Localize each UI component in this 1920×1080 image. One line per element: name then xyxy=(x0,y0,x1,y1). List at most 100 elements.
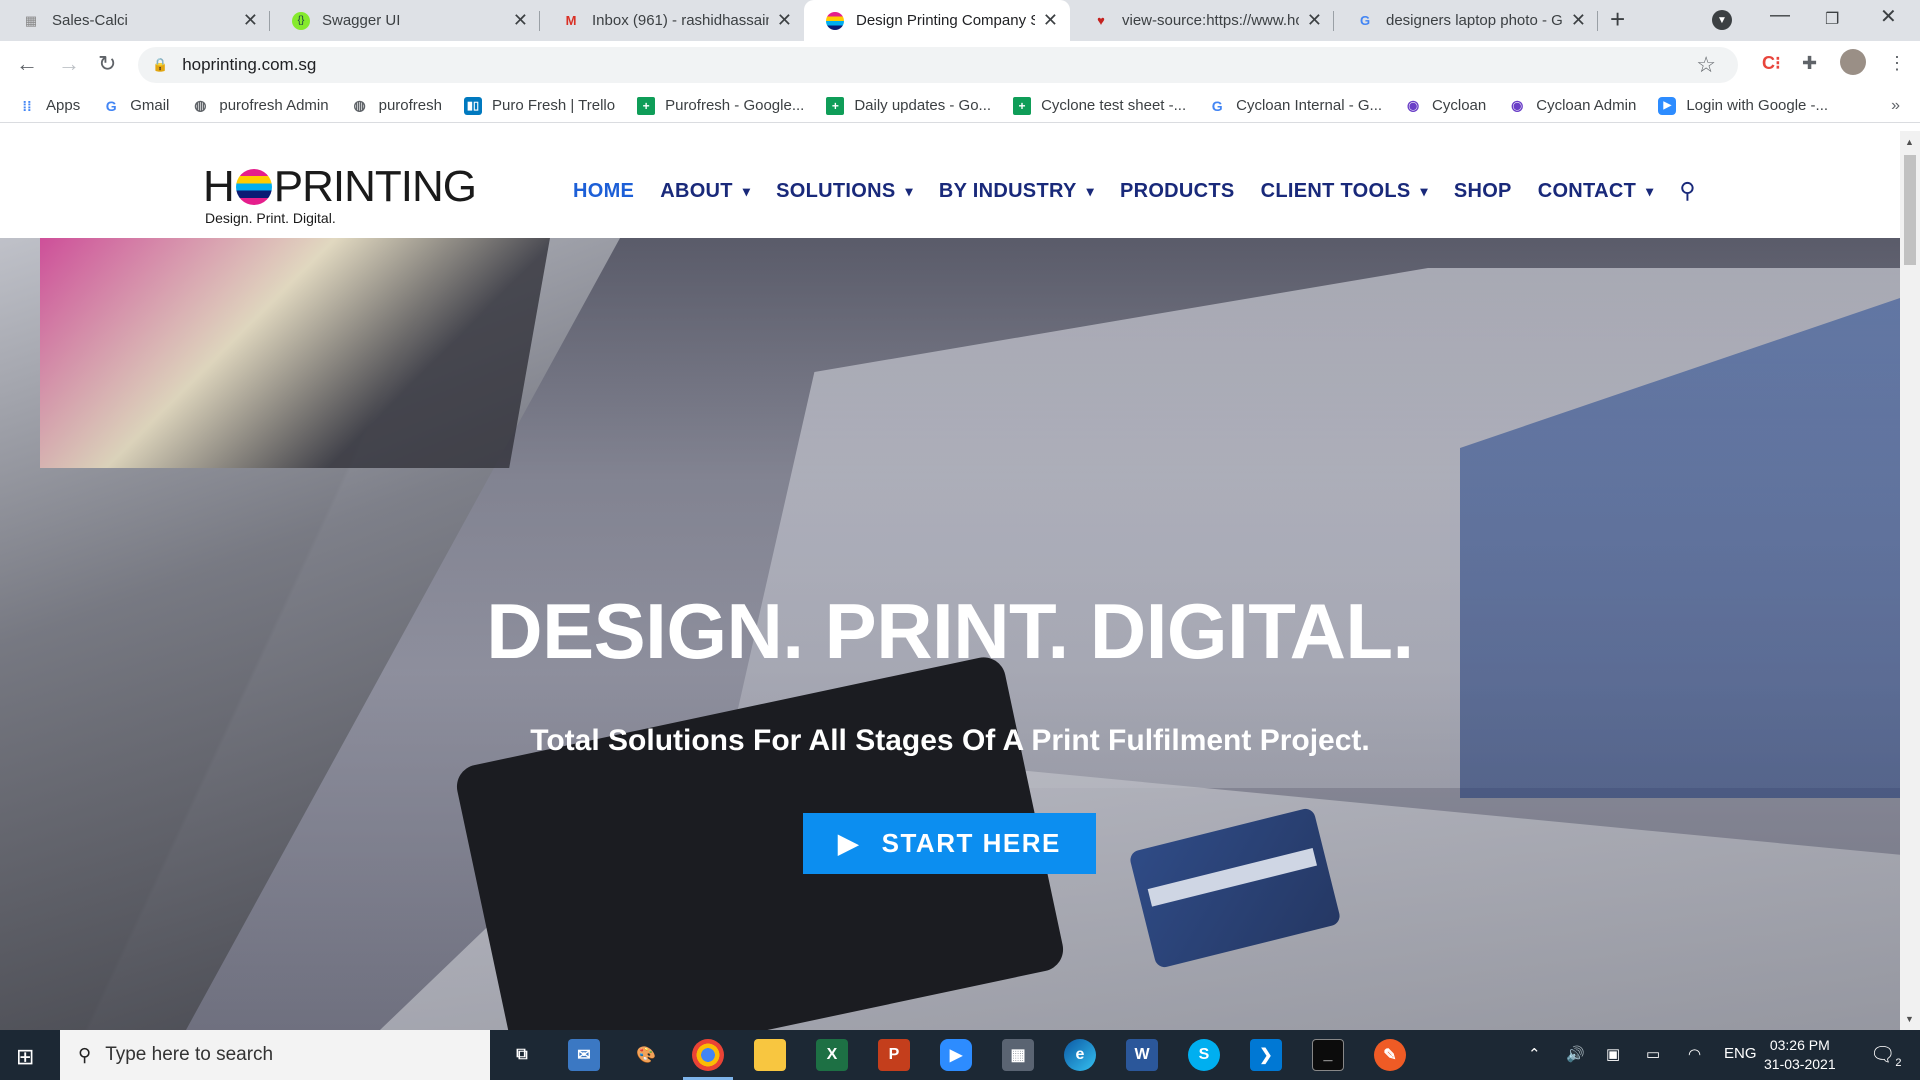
nav-home[interactable]: HOME xyxy=(573,180,634,203)
close-tab-icon[interactable]: ✕ xyxy=(777,10,792,31)
close-tab-icon[interactable]: ✕ xyxy=(1571,10,1586,31)
bookmark-gmail[interactable]: G Gmail xyxy=(102,97,170,115)
windows-start-icon[interactable]: ⊞ xyxy=(16,1044,34,1070)
bookmark-label: Apps xyxy=(46,97,81,114)
language-indicator[interactable]: ENG xyxy=(1724,1045,1757,1062)
forward-arrow-icon[interactable]: → xyxy=(58,51,80,77)
extension-c-icon[interactable]: C⁝ xyxy=(1762,53,1781,74)
bookmark-purofresh-admin[interactable]: ◍ purofresh Admin xyxy=(191,97,328,115)
nav-by-industry[interactable]: BY INDUSTRY ▾ xyxy=(939,180,1094,203)
scroll-down-icon[interactable]: ▼ xyxy=(1905,1014,1914,1024)
terminal-icon[interactable]: _ xyxy=(1312,1039,1344,1071)
chrome-icon[interactable] xyxy=(683,1039,733,1080)
notification-count: 2 xyxy=(1895,1057,1902,1069)
volume-icon[interactable]: 🔊 xyxy=(1566,1045,1585,1063)
task-view-icon[interactable]: ⧉ xyxy=(506,1039,538,1071)
tab-swagger[interactable]: {} Swagger UI ✕ xyxy=(270,0,540,41)
tab-title: Design Printing Company S xyxy=(856,12,1035,29)
notification-center-icon[interactable]: 🗨2 xyxy=(1870,1042,1902,1069)
tab-google-search[interactable]: G designers laptop photo - G ✕ xyxy=(1334,0,1598,41)
nav-label: CONTACT xyxy=(1537,179,1637,202)
nav-label: HOME xyxy=(573,179,635,202)
minimize-icon[interactable]: — xyxy=(1770,4,1790,27)
back-arrow-icon[interactable]: ← xyxy=(16,51,38,77)
site-logo[interactable]: H PRINTING Design. Print. Digital. xyxy=(203,162,477,226)
bookmark-label: Login with Google -... xyxy=(1686,97,1829,114)
nav-products[interactable]: PRODUCTS xyxy=(1120,180,1235,203)
swagger-icon: {} xyxy=(292,11,310,30)
url-text[interactable]: hoprinting.com.sg xyxy=(182,55,316,75)
bookmark-cycloan[interactable]: ◉ Cycloan xyxy=(1404,97,1486,115)
start-here-button[interactable]: ▶ START HERE xyxy=(803,813,1096,874)
bookmark-cycloan-admin[interactable]: ◉ Cycloan Admin xyxy=(1508,97,1636,115)
bookmark-trello[interactable]: ▮▯ Puro Fresh | Trello xyxy=(463,96,615,115)
file-explorer-icon[interactable] xyxy=(754,1039,786,1071)
bookmark-cycloan-internal[interactable]: G Cycloan Internal - G... xyxy=(1208,97,1382,115)
tab-search-chevron-icon[interactable]: ▼ xyxy=(1712,10,1732,30)
globe-icon: ◍ xyxy=(353,97,366,113)
reload-icon[interactable]: ↻ xyxy=(98,51,116,77)
battery-icon[interactable]: ▭ xyxy=(1646,1045,1660,1063)
extensions-puzzle-icon[interactable]: ✚ xyxy=(1802,53,1817,74)
calculator-icon[interactable]: ▦ xyxy=(1002,1039,1034,1071)
tab-hoprinting[interactable]: Design Printing Company S ✕ xyxy=(804,0,1070,41)
vscode-icon[interactable]: ❯ xyxy=(1250,1039,1282,1071)
excel-icon[interactable]: X xyxy=(816,1039,848,1071)
meet-now-icon[interactable]: ▣ xyxy=(1606,1045,1620,1063)
bookmark-cyclone-test-sheet[interactable]: + Cyclone test sheet -... xyxy=(1013,96,1186,115)
bookmark-apps[interactable]: ⁞⁞ Apps xyxy=(18,97,80,115)
skype-icon[interactable]: S xyxy=(1188,1039,1220,1071)
new-tab-plus-icon[interactable]: + xyxy=(1610,4,1625,35)
powerpoint-icon[interactable]: P xyxy=(878,1039,910,1071)
scrollbar-thumb[interactable] xyxy=(1904,155,1916,265)
logo-color-circle-icon xyxy=(235,169,272,205)
nav-contact[interactable]: CONTACT ▾ xyxy=(1538,180,1654,203)
close-tab-icon[interactable]: ✕ xyxy=(243,10,258,31)
tab-view-source[interactable]: ♥ view-source:https://www.ho ✕ xyxy=(1070,0,1334,41)
tab-gmail[interactable]: M Inbox (961) - rashidhassain ✕ xyxy=(540,0,804,41)
page-scrollbar[interactable]: ▲ ▼ xyxy=(1900,131,1920,1030)
tab-sales-calci[interactable]: ▦ Sales-Calci ✕ xyxy=(0,0,270,41)
bookmark-label: purofresh Admin xyxy=(219,97,329,114)
google-icon: G xyxy=(1359,13,1371,28)
wifi-icon[interactable]: ◠ xyxy=(1688,1045,1701,1063)
taskbar-search-box[interactable]: ⚲ Type here to search xyxy=(60,1030,490,1080)
bookmark-label: Purofresh - Google... xyxy=(665,97,805,114)
close-tab-icon[interactable]: ✕ xyxy=(513,10,528,31)
profile-avatar[interactable] xyxy=(1840,49,1866,75)
mail-icon[interactable]: ✉ xyxy=(568,1039,600,1071)
taskbar-clock[interactable]: 03:26 PM 31-03-2021 xyxy=(1764,1036,1836,1074)
postman-icon[interactable]: ✎ xyxy=(1374,1039,1406,1071)
site-search-icon[interactable]: ⚲ xyxy=(1679,178,1695,204)
lock-icon[interactable]: 🔒 xyxy=(152,57,168,73)
nav-solutions[interactable]: SOLUTIONS ▾ xyxy=(776,180,913,203)
nav-label: ABOUT xyxy=(660,179,733,202)
cycloan-icon: ◉ xyxy=(1511,97,1524,113)
edge-icon[interactable]: e xyxy=(1064,1039,1096,1071)
nav-about[interactable]: ABOUT ▾ xyxy=(660,180,750,203)
close-window-icon[interactable]: ✕ xyxy=(1880,4,1897,29)
nav-client-tools[interactable]: CLIENT TOOLS ▾ xyxy=(1261,180,1428,203)
zoom-icon[interactable]: ▶ xyxy=(940,1039,972,1071)
more-bookmarks-icon[interactable]: » xyxy=(1891,97,1900,115)
nav-shop[interactable]: SHOP xyxy=(1454,180,1512,203)
menu-kebab-icon[interactable]: ⋮ xyxy=(1888,53,1906,74)
bookmark-purofresh-google[interactable]: + Purofresh - Google... xyxy=(637,96,805,115)
sales-icon: ▦ xyxy=(24,12,38,28)
nav-label: SOLUTIONS xyxy=(776,179,896,202)
paint-icon[interactable]: 🎨 xyxy=(630,1039,662,1071)
bookmark-login-google[interactable]: ▶ Login with Google -... xyxy=(1658,96,1829,115)
word-icon[interactable]: W xyxy=(1126,1039,1158,1071)
restore-icon[interactable]: ❐ xyxy=(1825,9,1839,29)
close-tab-icon[interactable]: ✕ xyxy=(1043,10,1058,31)
scroll-up-icon[interactable]: ▲ xyxy=(1905,137,1914,147)
show-hidden-icons-chevron-icon[interactable]: ⌃ xyxy=(1528,1045,1541,1063)
bookmark-star-icon[interactable]: ☆ xyxy=(1696,52,1716,78)
bookmark-daily-updates[interactable]: + Daily updates - Go... xyxy=(826,96,991,115)
address-bar[interactable]: 🔒 hoprinting.com.sg ☆ xyxy=(138,47,1738,83)
close-tab-icon[interactable]: ✕ xyxy=(1307,10,1322,31)
nav-label: CLIENT TOOLS xyxy=(1260,179,1411,202)
bookmark-purofresh[interactable]: ◍ purofresh xyxy=(351,97,442,115)
gmail-icon: M xyxy=(565,13,577,28)
apps-grid-icon: ⁞⁞ xyxy=(22,97,32,114)
